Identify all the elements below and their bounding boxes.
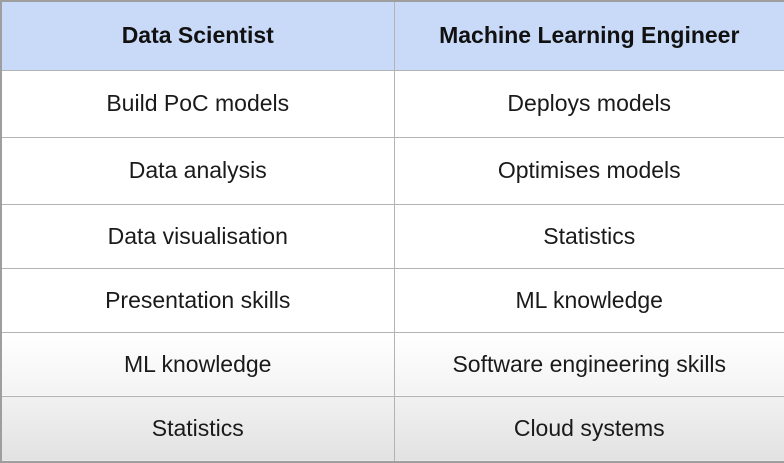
table-header: Data Scientist Machine Learning Engineer (0, 0, 784, 71)
cell-data-scientist: Statistics (0, 395, 395, 463)
header-ml-engineer: Machine Learning Engineer (393, 0, 784, 71)
cell-data-scientist: Build PoC models (0, 69, 395, 138)
cell-data-scientist: Presentation skills (0, 267, 395, 333)
table-row: Presentation skills ML knowledge (0, 267, 784, 333)
cell-data-scientist: Data analysis (0, 136, 395, 205)
cell-ml-engineer: Optimises models (393, 136, 784, 205)
cell-data-scientist: Data visualisation (0, 203, 395, 269)
cell-data-scientist: ML knowledge (0, 331, 395, 397)
table-row: Statistics Cloud systems (0, 395, 784, 463)
table-row: ML knowledge Software engineering skills (0, 331, 784, 397)
cell-ml-engineer: Deploys models (393, 69, 784, 138)
header-data-scientist: Data Scientist (0, 0, 395, 71)
cell-ml-engineer: ML knowledge (393, 267, 784, 333)
table-row: Data visualisation Statistics (0, 203, 784, 269)
cell-ml-engineer: Software engineering skills (393, 331, 784, 397)
header-row: Data Scientist Machine Learning Engineer (0, 0, 784, 71)
comparison-table-container: Data Scientist Machine Learning Engineer… (0, 0, 784, 463)
role-comparison-table: Data Scientist Machine Learning Engineer… (0, 0, 784, 463)
table-row: Build PoC models Deploys models (0, 69, 784, 138)
cell-ml-engineer: Statistics (393, 203, 784, 269)
table-row: Data analysis Optimises models (0, 136, 784, 205)
table-body: Build PoC models Deploys models Data ana… (0, 69, 784, 463)
cell-ml-engineer: Cloud systems (393, 395, 784, 463)
